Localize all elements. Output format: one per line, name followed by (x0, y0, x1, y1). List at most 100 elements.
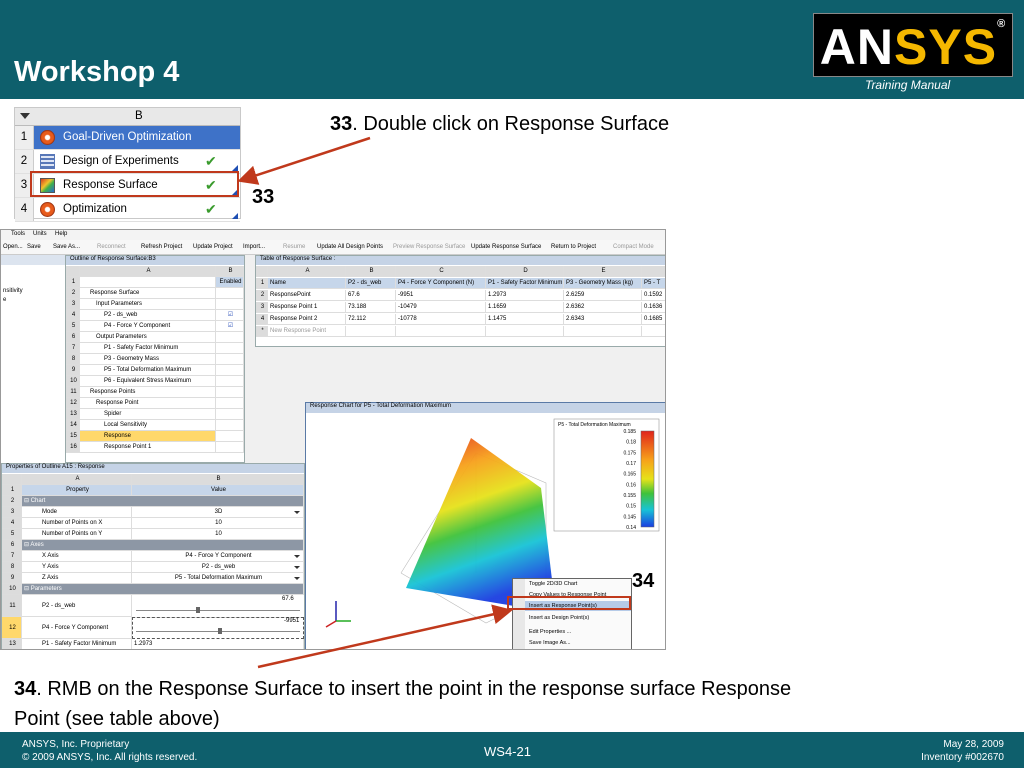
dropdown-arrow-icon[interactable] (294, 566, 300, 569)
table-header-cell[interactable]: P4 - Force Y Component (N) (396, 278, 486, 289)
prop-value[interactable]: 3D (132, 507, 304, 518)
outline-row[interactable]: Spider (80, 409, 216, 420)
outline-row[interactable]: P1 - Safety Factor Minimum (80, 343, 216, 354)
table-cell[interactable]: 73.188 (346, 302, 396, 313)
table-cell[interactable] (346, 326, 396, 337)
table-cell[interactable]: 2.6362 (564, 302, 642, 313)
outline-row[interactable]: P6 - Equivalent Stress Maximum (80, 376, 216, 387)
prop-value[interactable]: P4 - Force Y Component (132, 551, 304, 562)
outline-row[interactable]: Response (80, 431, 216, 442)
open-button[interactable]: Open... (3, 244, 23, 250)
table-cell[interactable]: 2.6259 (564, 290, 642, 301)
insert-as-design-point-item[interactable]: Insert as Design Point(s) (529, 613, 589, 623)
menu-tools[interactable]: Tools (11, 231, 25, 237)
prop-value[interactable]: 10 (132, 518, 304, 529)
menu-units[interactable]: Units (33, 231, 47, 237)
workbench-window: Tools Units Help Open... Save Save As...… (0, 229, 666, 650)
table-cell[interactable]: 2.6343 (564, 314, 642, 325)
table-cell[interactable]: 0.1592 (642, 290, 665, 301)
slider-thumb[interactable] (218, 628, 222, 634)
table-header-cell[interactable]: P5 - T (642, 278, 665, 289)
outline-row[interactable]: Response Point 1 (80, 442, 216, 453)
table-header-cell[interactable]: Name (268, 278, 346, 289)
toolbox-item[interactable]: nsitivity (3, 288, 23, 294)
outline-row[interactable]: P3 - Geometry Mass (80, 354, 216, 365)
outline-row-enabled[interactable]: ☑ (216, 310, 244, 321)
table-cell[interactable]: New Response Point (268, 326, 346, 337)
menu-help[interactable]: Help (55, 231, 67, 237)
dropdown-arrow-icon[interactable] (294, 511, 300, 514)
dropdown-arrow-icon[interactable] (294, 577, 300, 580)
toolbox-item[interactable]: e (3, 297, 6, 303)
update-all-design-points-button[interactable]: Update All Design Points (317, 244, 383, 250)
slider-value: -9951 (284, 618, 300, 624)
table-cell[interactable]: 1.2973 (486, 290, 564, 301)
save-image-as-item[interactable]: Save Image As... (529, 638, 571, 648)
update-response-surface-button[interactable]: Update Response Surface (471, 244, 541, 250)
outline-row-enabled[interactable]: ☑ (216, 321, 244, 332)
legend-value-label: 0.18 (626, 440, 636, 446)
outline-row[interactable] (80, 277, 216, 288)
table-cell[interactable] (642, 326, 665, 337)
schematic-row-goal-driven-optimization[interactable]: 1 Goal-Driven Optimization (15, 126, 240, 150)
color-scale-bar (640, 430, 655, 528)
refresh-project-button[interactable]: Refresh Project (141, 244, 182, 250)
outline-row[interactable]: Local Sensitivity (80, 420, 216, 431)
prop-value: 1.2973 (132, 639, 304, 649)
table-cell[interactable]: 67.6 (346, 290, 396, 301)
slider-track[interactable] (136, 610, 300, 611)
outline-row[interactable]: P2 - ds_web (80, 310, 216, 321)
outline-row[interactable]: Response Points (80, 387, 216, 398)
table-cell[interactable]: -10479 (396, 302, 486, 313)
outline-row[interactable]: Response Point (80, 398, 216, 409)
table-cell[interactable]: -10778 (396, 314, 486, 325)
schematic-row-optimization[interactable]: 4 Optimization ✔ (15, 198, 240, 222)
save-button[interactable]: Save (27, 244, 41, 250)
collapse-arrow-icon[interactable] (20, 113, 30, 119)
check-icon: ✔ (205, 201, 217, 217)
table-cell[interactable]: 1.1659 (486, 302, 564, 313)
table-header-cell[interactable]: P1 - Safety Factor Minimum (486, 278, 564, 289)
slider-thumb[interactable] (196, 607, 200, 613)
table-col-letter (642, 266, 665, 277)
outline-row[interactable]: Response Surface (80, 288, 216, 299)
prop-value[interactable]: P2 - ds_web (132, 562, 304, 573)
table-cell[interactable]: 1.1475 (486, 314, 564, 325)
table-cell[interactable]: 72.112 (346, 314, 396, 325)
outline-row[interactable]: Input Parameters (80, 299, 216, 310)
prop-value[interactable]: P5 - Total Deformation Maximum (132, 573, 304, 584)
outline-row[interactable]: P5 - Total Deformation Maximum (80, 365, 216, 376)
table-cell[interactable]: -9951 (396, 290, 486, 301)
toggle-2d-3d-chart-item[interactable]: Toggle 2D/3D Chart (529, 579, 577, 589)
table-header-cell[interactable]: P2 - ds_web (346, 278, 396, 289)
outline-row[interactable]: P4 - Force Y Component (80, 321, 216, 332)
compact-mode-button[interactable]: Compact Mode (613, 244, 654, 250)
table-cell[interactable]: Response Point 2 (268, 314, 346, 325)
table-cell[interactable] (486, 326, 564, 337)
table-cell[interactable]: ResponsePoint (268, 290, 346, 301)
slider-cell[interactable] (132, 595, 304, 618)
table-cell[interactable]: 0.1685 (642, 314, 665, 325)
preview-response-surface-button[interactable]: Preview Response Surface (393, 244, 465, 250)
prop-section-header[interactable]: ⊟ Axes (22, 540, 304, 551)
table-header-cell[interactable]: P3 - Geometry Mass (kg) (564, 278, 642, 289)
table-cell[interactable]: 0.1636 (642, 302, 665, 313)
outline-row-enabled (216, 387, 244, 398)
dropdown-arrow-icon[interactable] (294, 555, 300, 558)
prop-value[interactable]: 10 (132, 529, 304, 540)
reconnect-button[interactable]: Reconnect (97, 244, 126, 250)
save-as-button[interactable]: Save As... (53, 244, 80, 250)
prop-section-header[interactable]: ⊟ Parameters (22, 584, 304, 595)
import-button[interactable]: Import... (243, 244, 265, 250)
table-col-letter: A (268, 266, 346, 277)
callout-33: 33 (252, 186, 275, 208)
return-to-project-button[interactable]: Return to Project (551, 244, 596, 250)
outline-row[interactable]: Output Parameters (80, 332, 216, 343)
edit-properties-item[interactable]: Edit Properties ... (529, 627, 571, 637)
update-project-button[interactable]: Update Project (193, 244, 233, 250)
table-cell[interactable] (564, 326, 642, 337)
table-cell[interactable] (396, 326, 486, 337)
table-cell[interactable]: Response Point 1 (268, 302, 346, 313)
prop-section-header[interactable]: ⊟ Chart (22, 496, 304, 507)
resume-button[interactable]: Resume (283, 244, 305, 250)
